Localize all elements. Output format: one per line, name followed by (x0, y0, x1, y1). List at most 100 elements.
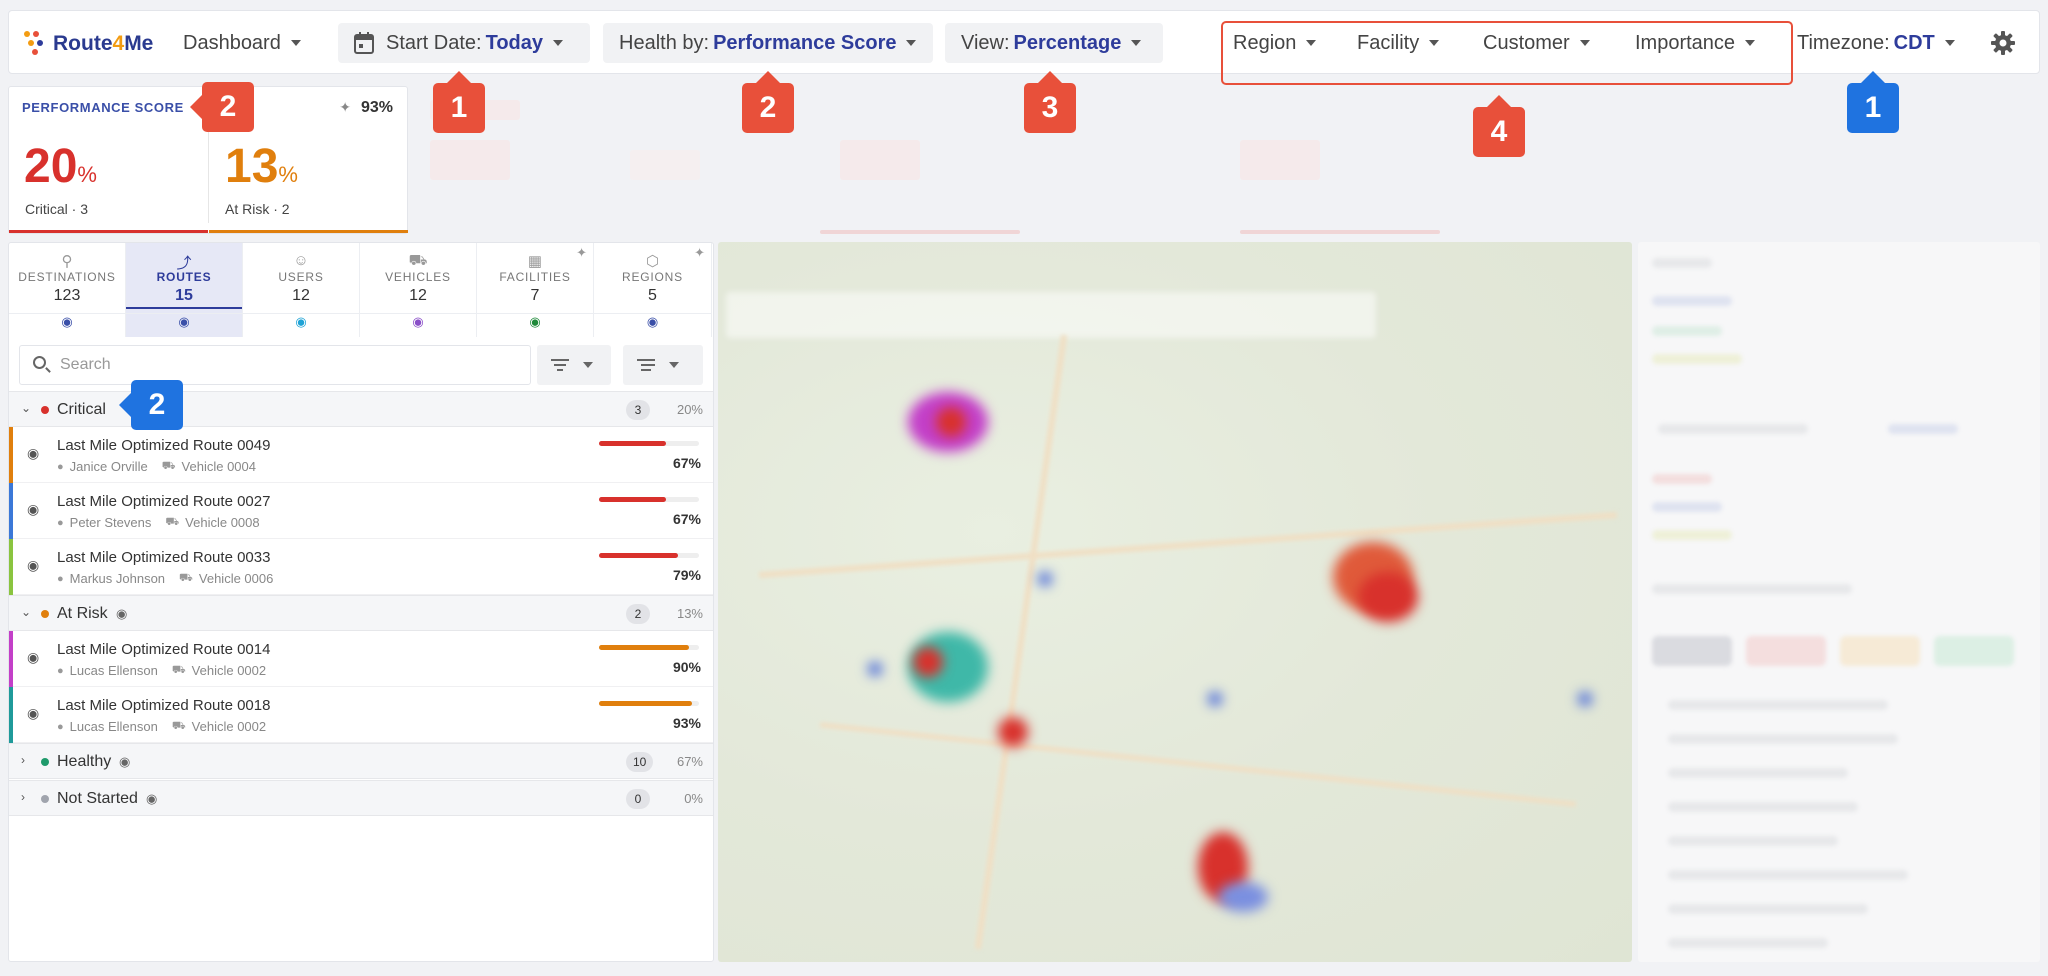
start-date-label: Start Date: (386, 31, 482, 54)
tab-facilities[interactable]: ▦ FACILITIES 7 ✦ ◉ (477, 243, 594, 337)
route-user: Markus Johnson (69, 571, 166, 586)
calendar-icon (354, 32, 374, 54)
eye-icon: ◉ (295, 314, 307, 329)
visibility-toggle[interactable]: ◉ (243, 313, 359, 337)
search-box[interactable] (19, 345, 531, 385)
visibility-toggle[interactable]: ◉ (477, 313, 593, 337)
view-selector[interactable]: View: Percentage (945, 23, 1163, 63)
chevron-down-icon (1579, 40, 1590, 46)
route-name: Last Mile Optimized Route 0018 (57, 697, 271, 714)
eye-icon[interactable]: ◉ (27, 445, 39, 462)
chevron-right-icon[interactable]: › (21, 790, 25, 804)
score-bar-fill (599, 553, 678, 558)
tab-label: USERS (278, 270, 324, 284)
tab-users[interactable]: ☺ USERS 12 ◉ (243, 243, 360, 337)
chevron-right-icon[interactable]: › (21, 753, 25, 767)
route-cluster (936, 407, 966, 437)
facility-filter[interactable]: Facility (1357, 23, 1440, 63)
facility-label: Facility (1357, 31, 1420, 54)
route-cluster (998, 717, 1028, 747)
route-name: Last Mile Optimized Route 0027 (57, 493, 271, 510)
timezone-selector[interactable]: Timezone: CDT (1797, 23, 1955, 63)
eye-icon[interactable]: ◉ (27, 501, 39, 518)
health-by-selector[interactable]: Health by: Performance Score (603, 23, 933, 63)
settings-gear-icon[interactable] (1991, 31, 2015, 60)
tab-label: ROUTES (156, 270, 212, 284)
route-row[interactable]: ◉ Last Mile Optimized Route 0018 ● Lucas El… (9, 687, 713, 743)
eye-icon[interactable]: ◉ (27, 649, 39, 666)
importance-filter[interactable]: Importance (1635, 23, 1756, 63)
eye-hidden-icon[interactable]: ◉ (119, 754, 130, 770)
customer-filter[interactable]: Customer (1483, 23, 1590, 63)
dashboard-menu[interactable]: Dashboard (183, 23, 301, 63)
status-dot (41, 406, 49, 414)
search-input[interactable] (60, 354, 520, 376)
blurred-text (1652, 584, 1852, 594)
eye-hidden-icon[interactable]: ◉ (146, 791, 157, 807)
map-marker (868, 662, 882, 676)
tab-count: 15 (175, 287, 193, 304)
user-icon: ● (57, 516, 64, 529)
tab-regions[interactable]: ⬡ REGIONS 5 ✦ ◉ (594, 243, 712, 337)
region-filter[interactable]: Region (1233, 23, 1317, 63)
tab-label: FACILITIES (499, 270, 571, 284)
eye-icon[interactable]: ◉ (27, 705, 39, 722)
blurred-card (840, 140, 920, 180)
eye-icon: ◉ (61, 314, 73, 329)
route-row[interactable]: ◉ Last Mile Optimized Route 0027 ● Peter St… (9, 483, 713, 539)
eye-icon[interactable]: ◉ (27, 557, 39, 574)
chevron-down-icon[interactable]: ⌄ (21, 401, 31, 415)
blurred-card (630, 150, 700, 180)
group-header-not-started[interactable]: › Not Started 0 0% ◉ (9, 780, 713, 816)
vehicle-icon: ⛟ (171, 719, 186, 732)
visibility-toggle[interactable]: ◉ (594, 313, 711, 337)
blurred-text (1652, 296, 1732, 306)
route-user: Lucas Ellenson (69, 663, 158, 678)
tab-destinations[interactable]: ⚲ DESTINATIONS 123 ◉ (9, 243, 126, 337)
score-bar-track (599, 645, 699, 650)
chevron-down-icon (1745, 40, 1756, 46)
blurred-text (1668, 870, 1908, 880)
tab-count: 12 (409, 287, 427, 304)
score-bar-fill (599, 645, 689, 650)
tab-routes[interactable]: ⤴ ROUTES 15 ◉ (126, 243, 243, 337)
sort-dropdown[interactable] (623, 345, 703, 385)
route-user: Lucas Ellenson (69, 719, 158, 734)
tab-label: VEHICLES (385, 270, 451, 284)
score-bar-track (599, 701, 699, 706)
callout-timezone: 1 (1847, 71, 1899, 133)
entity-tabs: ⚲ DESTINATIONS 123 ◉ ⤴ ROUTES 15 ◉ ☺ USERS 12 ◉ ⛟ VEH… (9, 243, 713, 337)
performance-overall: 93% (360, 99, 393, 116)
eye-icon: ◉ (412, 314, 424, 329)
route-row[interactable]: ◉ Last Mile Optimized Route 0049 ● Janice O… (9, 427, 713, 483)
group-header-critical[interactable]: ⌄ Critical 3 20% (9, 391, 713, 427)
chevron-down-icon (1131, 40, 1142, 46)
map-road (758, 512, 1618, 578)
vehicle-icon: ⛟ (165, 515, 180, 528)
route-row[interactable]: ◉ Last Mile Optimized Route 0014 ● Lucas El… (9, 631, 713, 687)
filter-dropdown[interactable] (537, 345, 611, 385)
visibility-toggle[interactable]: ◉ (126, 313, 242, 337)
sparkle-icon: ✦ (694, 245, 705, 260)
blurred-text (1668, 768, 1848, 778)
map-view[interactable] (718, 242, 1632, 962)
eye-hidden-icon[interactable]: ◉ (116, 606, 127, 622)
start-date-selector[interactable]: Start Date: Today (338, 23, 590, 63)
tab-vehicles[interactable]: ⛟ VEHICLES 12 ◉ (360, 243, 477, 337)
callout-view: 3 (1024, 71, 1076, 133)
visibility-toggle[interactable]: ◉ (9, 313, 125, 337)
route-cluster (1218, 882, 1268, 912)
tab-count: 12 (292, 287, 310, 304)
group-name: Healthy (57, 753, 112, 770)
group-header-healthy[interactable]: › Healthy 10 67% ◉ (9, 743, 713, 779)
route-color-strip (9, 483, 13, 539)
vehicles-icon: ⛟ (408, 252, 428, 269)
chevron-down-icon[interactable]: ⌄ (21, 605, 31, 619)
group-header-at-risk[interactable]: ⌄ At Risk 2 13% ◉ (9, 595, 713, 631)
tab-count: 7 (530, 287, 540, 304)
route4me-logo[interactable]: Route4Me (23, 29, 153, 59)
visibility-toggle[interactable]: ◉ (360, 313, 476, 337)
view-value: Percentage (1013, 31, 1122, 54)
details-panel (1638, 242, 2040, 962)
route-row[interactable]: ◉ Last Mile Optimized Route 0033 ● Markus J… (9, 539, 713, 595)
